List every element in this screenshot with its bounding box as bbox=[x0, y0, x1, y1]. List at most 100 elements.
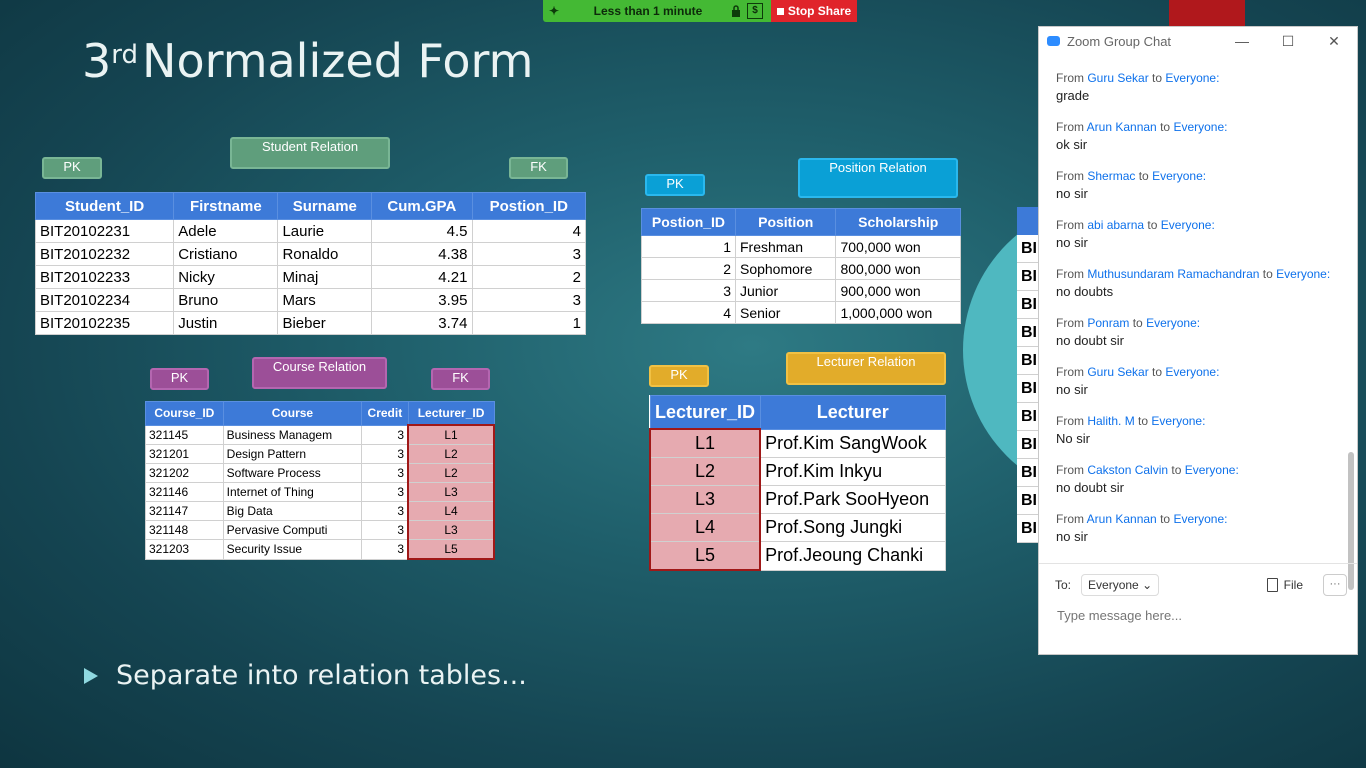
table-cell: Prof.Kim SangWook bbox=[759, 428, 947, 458]
table-cell: 4.5 bbox=[371, 219, 473, 243]
column-header: Lecturer_ID bbox=[407, 401, 495, 426]
table-cell: 4.21 bbox=[371, 265, 473, 289]
lock-icon[interactable] bbox=[729, 5, 743, 17]
table-cell: Senior bbox=[734, 301, 837, 324]
column-header: Course bbox=[222, 401, 363, 426]
table-cell: L2 bbox=[407, 444, 495, 464]
message-text: no sir bbox=[1056, 529, 1088, 544]
screen-share-toolbar: ✦ Less than 1 minute $ Stop Share bbox=[543, 0, 857, 22]
sender-name[interactable]: Halith. M bbox=[1087, 414, 1134, 428]
table-cell: 3 bbox=[361, 444, 409, 464]
table-cell: Prof.Kim Inkyu bbox=[759, 457, 947, 486]
stop-share-button[interactable]: Stop Share bbox=[771, 0, 857, 22]
sender-name[interactable]: Arun Kannan bbox=[1087, 120, 1157, 134]
table-cell: 700,000 won bbox=[835, 235, 961, 258]
column-header: Postion_ID bbox=[641, 208, 736, 236]
table-cell: Security Issue bbox=[222, 539, 363, 560]
pk-tag-lecturer: PK bbox=[649, 365, 709, 387]
slide-title: 3rdNormalized Form bbox=[82, 34, 534, 88]
maximize-icon[interactable]: ☐ bbox=[1265, 33, 1311, 50]
scrollbar-thumb[interactable] bbox=[1348, 452, 1354, 590]
column-header: Surname bbox=[277, 192, 373, 220]
stop-share-label: Stop Share bbox=[787, 4, 852, 18]
chat-message: From Arun Kannan to Everyone: no sir bbox=[1039, 496, 1349, 545]
bullet-arrow-icon bbox=[84, 667, 98, 684]
position-table: Postion_ID Position Scholarship 1 Freshma… bbox=[641, 208, 961, 324]
chat-message-list[interactable]: From Guru Sekar to Everyone: grade From A… bbox=[1039, 55, 1349, 589]
table-cell: L3 bbox=[407, 520, 495, 540]
table-cell: L5 bbox=[648, 541, 762, 571]
table-cell: 3 bbox=[361, 482, 409, 502]
table-cell: 1,000,000 won bbox=[835, 301, 961, 324]
sender-name[interactable]: Shermac bbox=[1087, 169, 1135, 183]
table-cell: BIT20102232 bbox=[34, 242, 175, 266]
chat-message: From Arun Kannan to Everyone: ok sir bbox=[1039, 104, 1349, 153]
sender-name[interactable]: abi abarna bbox=[1087, 218, 1144, 232]
file-icon bbox=[1266, 578, 1278, 592]
table-cell: 900,000 won bbox=[835, 279, 961, 302]
pk-tag-student: PK bbox=[42, 157, 102, 179]
table-cell: Big Data bbox=[222, 501, 363, 521]
table-row: BIT20102233 Nicky Minaj 4.21 2 bbox=[34, 265, 586, 289]
table-cell: 3 bbox=[361, 520, 409, 540]
chat-message: From Halith. M to Everyone: No sir bbox=[1039, 398, 1349, 447]
file-button[interactable]: File bbox=[1266, 578, 1303, 592]
chat-message: From Muthusundaram Ramachandran to Every… bbox=[1039, 251, 1349, 300]
table-row: 321146 Internet of Thing 3 L3 bbox=[145, 482, 495, 502]
stop-icon bbox=[776, 7, 784, 15]
sender-name[interactable]: Ponram bbox=[1087, 316, 1129, 330]
table-cell: Justin bbox=[173, 311, 279, 335]
table-cell: Bruno bbox=[173, 288, 279, 312]
table-cell: L2 bbox=[648, 457, 762, 486]
share-status-bar[interactable]: ✦ Less than 1 minute $ bbox=[543, 0, 771, 22]
sender-name[interactable]: Guru Sekar bbox=[1087, 71, 1148, 85]
column-header: Student_ID bbox=[34, 192, 175, 220]
table-cell: BIT20102233 bbox=[34, 265, 175, 289]
table-row: L4 Prof.Song Jungki bbox=[648, 513, 947, 542]
table-cell: 3 bbox=[361, 463, 409, 483]
recipient-select[interactable]: Everyone ⌄ bbox=[1081, 574, 1160, 596]
table-cell: 2 bbox=[471, 265, 586, 289]
table-cell: 3 bbox=[471, 288, 586, 312]
table-cell: Prof.Song Jungki bbox=[759, 513, 947, 542]
chat-scrollbar[interactable] bbox=[1348, 57, 1355, 590]
table-cell: Laurie bbox=[277, 219, 373, 243]
column-header: Scholarship bbox=[835, 208, 961, 236]
table-cell: 4.38 bbox=[371, 242, 473, 266]
red-window-fragment bbox=[1169, 0, 1245, 26]
table-row: BIT20102235 Justin Bieber 3.74 1 bbox=[34, 311, 586, 335]
recipient-row: To: Everyone ⌄ File ··· bbox=[1055, 574, 1347, 596]
minimize-icon[interactable]: — bbox=[1219, 33, 1265, 50]
sender-name[interactable]: Muthusundaram Ramachandran bbox=[1087, 267, 1259, 281]
table-cell: 4 bbox=[641, 301, 736, 324]
fk-tag-student: FK bbox=[509, 157, 568, 179]
bullet-text: Separate into relation tables... bbox=[116, 660, 527, 691]
column-header: Postion_ID bbox=[471, 192, 586, 220]
sender-name[interactable]: Guru Sekar bbox=[1087, 365, 1148, 379]
table-row: L2 Prof.Kim Inkyu bbox=[648, 457, 947, 486]
zoom-chat-window: Zoom Group Chat — ☐ ✕ From Guru Sekar to… bbox=[1038, 26, 1358, 655]
table-row: 3 Junior 900,000 won bbox=[641, 279, 961, 302]
student-table: Student_ID Firstname Surname Cum.GPA Pos… bbox=[34, 192, 586, 335]
table-cell: L1 bbox=[407, 424, 495, 445]
table-row: 321202 Software Process 3 L2 bbox=[145, 463, 495, 483]
column-header: Position bbox=[734, 208, 837, 236]
table-cell: Ronaldo bbox=[277, 242, 373, 266]
message-text: No sir bbox=[1056, 431, 1090, 446]
to-label: To: bbox=[1055, 578, 1072, 592]
pin-icon[interactable]: ✦ bbox=[549, 4, 567, 18]
pk-tag-course: PK bbox=[150, 368, 209, 390]
close-icon[interactable]: ✕ bbox=[1311, 33, 1357, 50]
table-cell: 321201 bbox=[145, 444, 224, 464]
table-cell: BIT20102231 bbox=[34, 219, 175, 243]
table-cell: Business Managem bbox=[222, 424, 363, 445]
billing-icon[interactable]: $ bbox=[747, 3, 763, 19]
sender-name[interactable]: Arun Kannan bbox=[1087, 512, 1157, 526]
table-cell: L1 bbox=[648, 428, 762, 458]
student-relation-label: Student Relation bbox=[230, 137, 390, 169]
more-options-button[interactable]: ··· bbox=[1323, 574, 1347, 596]
message-text: no doubt sir bbox=[1056, 480, 1124, 495]
column-header: Lecturer_ID bbox=[649, 395, 761, 430]
message-input[interactable] bbox=[1055, 607, 1347, 624]
sender-name[interactable]: Cakston Calvin bbox=[1087, 463, 1168, 477]
